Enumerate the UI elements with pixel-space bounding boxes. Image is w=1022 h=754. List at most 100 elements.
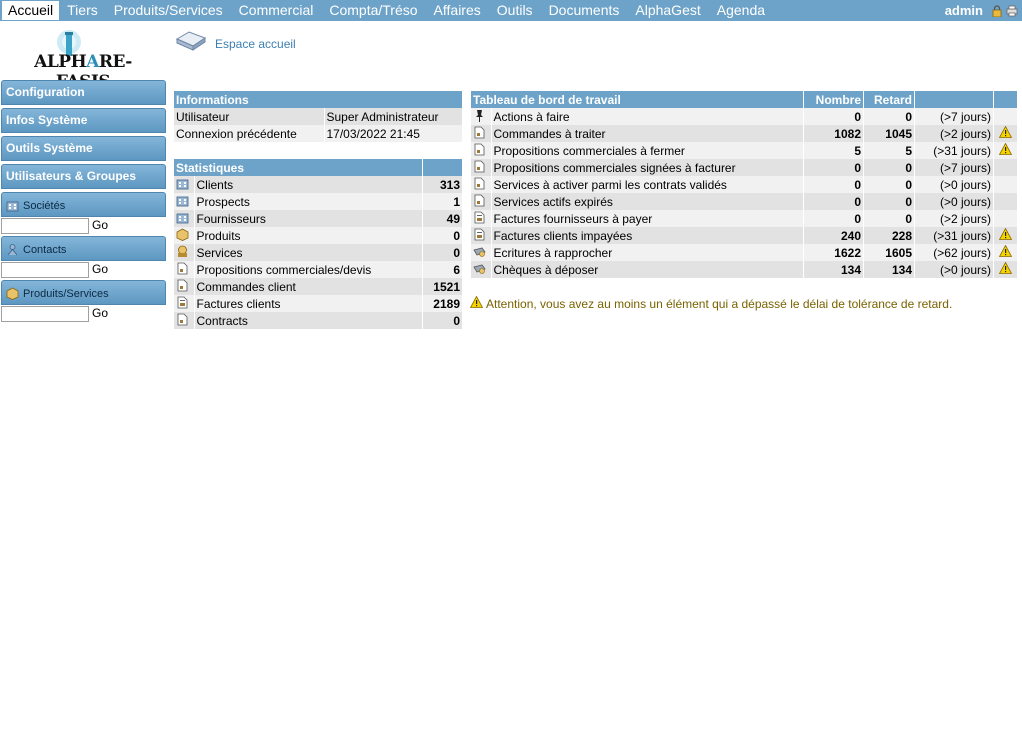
table-row[interactable]: Services à activer parmi les contrats va… bbox=[471, 176, 1018, 193]
product-icon bbox=[174, 227, 195, 244]
left-block-utilisateurs-groupes[interactable]: Utilisateurs & Groupes bbox=[1, 164, 166, 189]
dashboard-retard: 0 bbox=[863, 176, 915, 193]
table-row: Connexion précédente 17/03/2022 21:45 bbox=[174, 125, 463, 142]
table-row[interactable]: Propositions commerciales signées à fact… bbox=[471, 159, 1018, 176]
table-row[interactable]: Fournisseurs 49 bbox=[174, 210, 463, 227]
table-row: Utilisateur Super Administrateur bbox=[174, 108, 463, 125]
dashboard-label[interactable]: Services à activer parmi les contrats va… bbox=[491, 176, 804, 193]
stat-label[interactable]: Clients bbox=[194, 176, 423, 193]
search-produits-go-button[interactable]: Go bbox=[92, 306, 110, 322]
menu-accueil[interactable]: Accueil bbox=[2, 1, 60, 20]
lock-icon[interactable] bbox=[991, 4, 1003, 17]
left-block-infos-systeme[interactable]: Infos Système bbox=[1, 108, 166, 133]
table-row[interactable]: Ecritures à rapprocher 1622 1605 (>62 jours… bbox=[471, 244, 1018, 261]
menu-outils[interactable]: Outils bbox=[489, 1, 541, 20]
col-retard-header: Retard bbox=[863, 91, 915, 108]
table-row[interactable]: Services 0 bbox=[174, 244, 463, 261]
warning-icon bbox=[993, 142, 1018, 159]
search-produits-input[interactable] bbox=[1, 306, 89, 322]
menu-produits-services[interactable]: Produits/Services bbox=[106, 1, 231, 20]
dashboard-label[interactable]: Factures fournisseurs à payer bbox=[491, 210, 804, 227]
menu-compta-treso[interactable]: Compta/Tréso bbox=[321, 1, 425, 20]
warning-slot bbox=[993, 108, 1018, 125]
warning-slot bbox=[993, 159, 1018, 176]
left-block-configuration[interactable]: Configuration bbox=[1, 80, 166, 105]
dashboard-label[interactable]: Services actifs expirés bbox=[491, 193, 804, 210]
menu-documents[interactable]: Documents bbox=[541, 1, 628, 20]
menu-tiers[interactable]: Tiers bbox=[59, 1, 106, 20]
company-icon bbox=[174, 176, 195, 193]
search-produits-header: Produits/Services bbox=[1, 280, 166, 305]
table-row[interactable]: Contracts 0 bbox=[174, 312, 463, 329]
bank-icon bbox=[471, 261, 492, 278]
company-icon bbox=[174, 193, 195, 210]
menu-affaires[interactable]: Affaires bbox=[426, 1, 489, 20]
stat-label[interactable]: Produits bbox=[194, 227, 423, 244]
dashboard-delay: (>0 jours) bbox=[914, 193, 994, 210]
search-contacts-go-button[interactable]: Go bbox=[92, 262, 110, 278]
dashboard-label[interactable]: Factures clients impayées bbox=[491, 227, 804, 244]
stat-label[interactable]: Factures clients bbox=[194, 295, 423, 312]
dashboard-retard: 0 bbox=[863, 210, 915, 227]
dashboard-label[interactable]: Chèques à déposer bbox=[491, 261, 804, 278]
dashboard-retard: 0 bbox=[863, 159, 915, 176]
table-row[interactable]: Propositions commerciales/devis 6 bbox=[174, 261, 463, 278]
breadcrumb: Espace accueil bbox=[175, 29, 296, 56]
table-row[interactable]: Factures clients 2189 bbox=[174, 295, 463, 312]
dashboard-nombre: 0 bbox=[803, 210, 864, 227]
contact-icon bbox=[6, 243, 19, 256]
dashboard-label[interactable]: Commandes à traiter bbox=[491, 125, 804, 142]
table-row[interactable]: Prospects 1 bbox=[174, 193, 463, 210]
document-icon bbox=[471, 125, 492, 142]
breadcrumb-espace-accueil[interactable]: Espace accueil bbox=[215, 37, 296, 51]
table-row[interactable]: Factures fournisseurs à payer 0 0 (>2 jours… bbox=[471, 210, 1018, 227]
info-table: Informations Utilisateur Super Administr… bbox=[174, 91, 463, 142]
search-contacts-label: Contacts bbox=[23, 244, 67, 256]
print-icon[interactable] bbox=[1006, 5, 1018, 17]
stat-label[interactable]: Commandes client bbox=[194, 278, 423, 295]
table-row[interactable]: Clients 313 bbox=[174, 176, 463, 193]
document-icon bbox=[174, 312, 195, 329]
dashboard-label[interactable]: Propositions commerciales signées à fact… bbox=[491, 159, 804, 176]
dashboard-nombre: 1082 bbox=[803, 125, 864, 142]
table-row[interactable]: Factures clients impayées 240 228 (>31 jour… bbox=[471, 227, 1018, 244]
company-icon bbox=[174, 210, 195, 227]
table-row[interactable]: Chèques à déposer 134 134 (>0 jours) bbox=[471, 261, 1018, 278]
table-row[interactable]: Services actifs expirés 0 0 (>0 jours) bbox=[471, 193, 1018, 210]
menu-alphagest[interactable]: AlphaGest bbox=[627, 1, 708, 20]
warning-icon bbox=[993, 244, 1018, 261]
dashboard-nombre: 0 bbox=[803, 159, 864, 176]
stat-value: 0 bbox=[422, 244, 463, 261]
search-societes-input[interactable] bbox=[1, 218, 89, 234]
table-row[interactable]: Commandes client 1521 bbox=[174, 278, 463, 295]
search-societes-go-button[interactable]: Go bbox=[92, 218, 110, 234]
dashboard-label[interactable]: Actions à faire bbox=[491, 108, 804, 125]
company-logo[interactable]: ALPHARE-FASIS bbox=[22, 28, 144, 92]
username[interactable]: admin bbox=[945, 3, 983, 18]
table-row[interactable]: Commandes à traiter 1082 1045 (>2 jours) bbox=[471, 125, 1018, 142]
table-row[interactable]: Produits 0 bbox=[174, 227, 463, 244]
table-row[interactable]: Propositions commerciales à fermer 5 5 (>31… bbox=[471, 142, 1018, 159]
stat-value: 49 bbox=[422, 210, 463, 227]
dashboard-label[interactable]: Propositions commerciales à fermer bbox=[491, 142, 804, 159]
menu-agenda[interactable]: Agenda bbox=[709, 1, 773, 20]
stat-value: 2189 bbox=[422, 295, 463, 312]
stat-value: 0 bbox=[422, 312, 463, 329]
invoice-icon bbox=[471, 227, 492, 244]
stat-label[interactable]: Contracts bbox=[194, 312, 423, 329]
table-row[interactable]: Actions à faire 0 0 (>7 jours) bbox=[471, 108, 1018, 125]
left-block-outils-systeme[interactable]: Outils Système bbox=[1, 136, 166, 161]
dashboard-delay: (>2 jours) bbox=[914, 125, 994, 142]
stat-label[interactable]: Services bbox=[194, 244, 423, 261]
dashboard-nombre: 240 bbox=[803, 227, 864, 244]
search-contacts-input[interactable] bbox=[1, 262, 89, 278]
stat-label[interactable]: Prospects bbox=[194, 193, 423, 210]
dashboard-label[interactable]: Ecritures à rapprocher bbox=[491, 244, 804, 261]
stat-label[interactable]: Fournisseurs bbox=[194, 210, 423, 227]
dashboard-retard: 1045 bbox=[863, 125, 915, 142]
stats-table: Statistiques Clients 313 Prospects 1 Fournis… bbox=[174, 159, 463, 329]
menu-commercial[interactable]: Commercial bbox=[231, 1, 322, 20]
document-icon bbox=[174, 278, 195, 295]
stat-label[interactable]: Propositions commerciales/devis bbox=[194, 261, 423, 278]
pin-icon bbox=[471, 108, 492, 125]
